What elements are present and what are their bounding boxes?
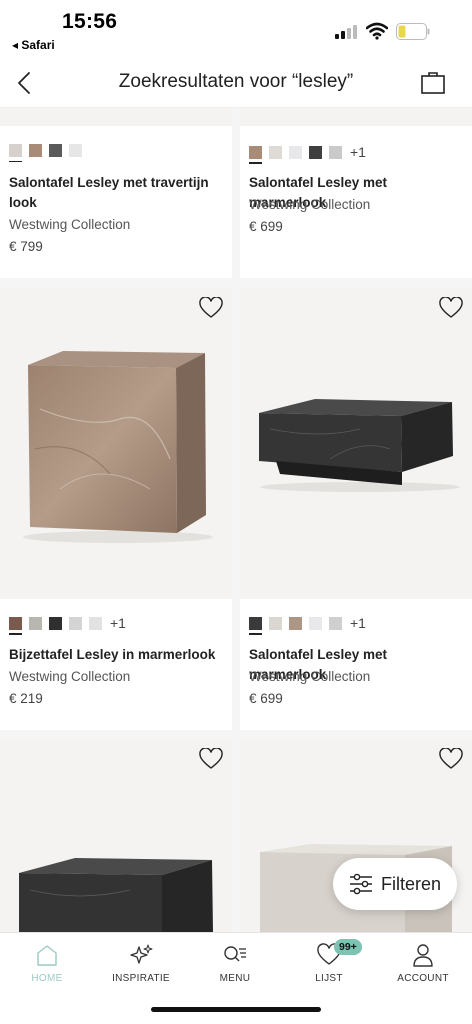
filter-sliders-icon bbox=[350, 873, 372, 895]
tab-label: LIJST bbox=[315, 973, 343, 984]
back-to-safari-link[interactable]: ◂ Safari bbox=[12, 38, 55, 52]
filter-button-label: Filteren bbox=[381, 873, 442, 894]
wishlist-count-badge: 99+ bbox=[334, 939, 362, 955]
color-swatches: +1 bbox=[9, 615, 126, 635]
color-swatch[interactable] bbox=[69, 144, 82, 157]
color-swatch[interactable] bbox=[249, 616, 262, 635]
product-card[interactable]: +1 Salontafel Lesley met marmerlook West… bbox=[240, 289, 472, 730]
tab-home[interactable]: HOME bbox=[0, 943, 94, 984]
color-swatch[interactable] bbox=[49, 616, 62, 630]
shopping-bag-icon[interactable] bbox=[420, 69, 446, 95]
home-indicator bbox=[151, 1007, 321, 1012]
color-swatch[interactable] bbox=[89, 616, 102, 630]
more-colors-label: +1 bbox=[110, 615, 126, 631]
product-name[interactable]: Bijzettafel Lesley in marmerlook bbox=[9, 645, 224, 665]
product-brand: Westwing Collection bbox=[249, 669, 371, 684]
status-bar: 15:56 ◂ Safari bbox=[0, 0, 472, 58]
tab-label: HOME bbox=[31, 973, 63, 984]
product-image[interactable] bbox=[0, 289, 232, 599]
product-image[interactable] bbox=[0, 740, 232, 932]
product-card[interactable]: +1 Salontafel Lesley met marmerlook West… bbox=[240, 108, 472, 278]
wishlist-heart-icon[interactable] bbox=[199, 297, 223, 319]
color-swatch[interactable] bbox=[69, 616, 82, 630]
color-swatch[interactable] bbox=[29, 616, 42, 630]
color-swatch[interactable] bbox=[329, 616, 342, 630]
tab-label: MENU bbox=[219, 973, 251, 984]
product-brand: Westwing Collection bbox=[9, 669, 131, 684]
tab-account[interactable]: ACCOUNT bbox=[376, 943, 470, 984]
color-swatch[interactable] bbox=[309, 145, 322, 159]
back-arrow-icon[interactable] bbox=[14, 70, 38, 96]
navigation-bar: Zoekresultaten voor “lesley” bbox=[0, 58, 472, 108]
tab-inspiratie[interactable]: INSPIRATIE bbox=[94, 943, 188, 984]
color-swatch[interactable] bbox=[269, 616, 282, 630]
sparkle-icon bbox=[130, 944, 153, 964]
product-card[interactable] bbox=[0, 740, 232, 932]
tab-menu[interactable]: MENU bbox=[188, 943, 282, 984]
product-card[interactable]: Salontafel Lesley met travertijn look We… bbox=[0, 108, 232, 278]
color-swatch[interactable] bbox=[309, 616, 322, 630]
product-brand: Westwing Collection bbox=[249, 197, 371, 212]
product-card[interactable]: +1 Bijzettafel Lesley in marmerlook West… bbox=[0, 289, 232, 730]
more-colors-label: +1 bbox=[350, 144, 366, 160]
tab-label: INSPIRATIE bbox=[112, 973, 170, 984]
product-price: € 219 bbox=[9, 691, 43, 706]
tab-lijst[interactable]: 99+ LIJST bbox=[282, 939, 376, 984]
color-swatches bbox=[9, 144, 82, 162]
color-swatches: +1 bbox=[249, 144, 366, 164]
color-swatch[interactable] bbox=[289, 145, 302, 159]
product-price: € 699 bbox=[249, 691, 283, 706]
product-name[interactable]: Salontafel Lesley met travertijn look bbox=[9, 173, 224, 213]
color-swatch[interactable] bbox=[249, 145, 262, 164]
product-price: € 799 bbox=[9, 239, 43, 254]
product-image[interactable] bbox=[0, 108, 232, 126]
color-swatch[interactable] bbox=[269, 145, 282, 159]
cellular-signal-icon bbox=[335, 24, 361, 39]
product-image[interactable] bbox=[240, 289, 472, 599]
more-colors-label: +1 bbox=[350, 615, 366, 631]
color-swatch[interactable] bbox=[49, 144, 62, 157]
black-coffee-table-image bbox=[19, 858, 213, 932]
product-price: € 699 bbox=[249, 219, 283, 234]
status-time: 15:56 bbox=[62, 10, 118, 33]
battery-icon bbox=[396, 23, 430, 40]
marble-cube-image bbox=[23, 351, 213, 543]
color-swatches: +1 bbox=[249, 615, 366, 635]
color-swatch[interactable] bbox=[9, 144, 22, 162]
home-icon bbox=[37, 945, 57, 966]
wifi-icon bbox=[366, 22, 388, 40]
wishlist-heart-icon[interactable] bbox=[439, 297, 463, 319]
product-image[interactable] bbox=[240, 108, 472, 126]
wishlist-heart-icon[interactable] bbox=[199, 748, 223, 770]
user-icon bbox=[413, 944, 433, 967]
menu-search-icon bbox=[224, 946, 246, 962]
color-swatch[interactable] bbox=[29, 144, 42, 157]
page-title: Zoekresultaten voor “lesley” bbox=[118, 71, 354, 92]
color-swatch[interactable] bbox=[329, 145, 342, 159]
tab-label: ACCOUNT bbox=[397, 973, 449, 984]
wishlist-heart-icon[interactable] bbox=[439, 748, 463, 770]
black-coffee-table-image bbox=[259, 399, 460, 492]
product-brand: Westwing Collection bbox=[9, 217, 131, 232]
color-swatch[interactable] bbox=[289, 616, 302, 630]
color-swatch[interactable] bbox=[9, 616, 22, 635]
filter-button[interactable]: Filteren bbox=[333, 858, 457, 910]
